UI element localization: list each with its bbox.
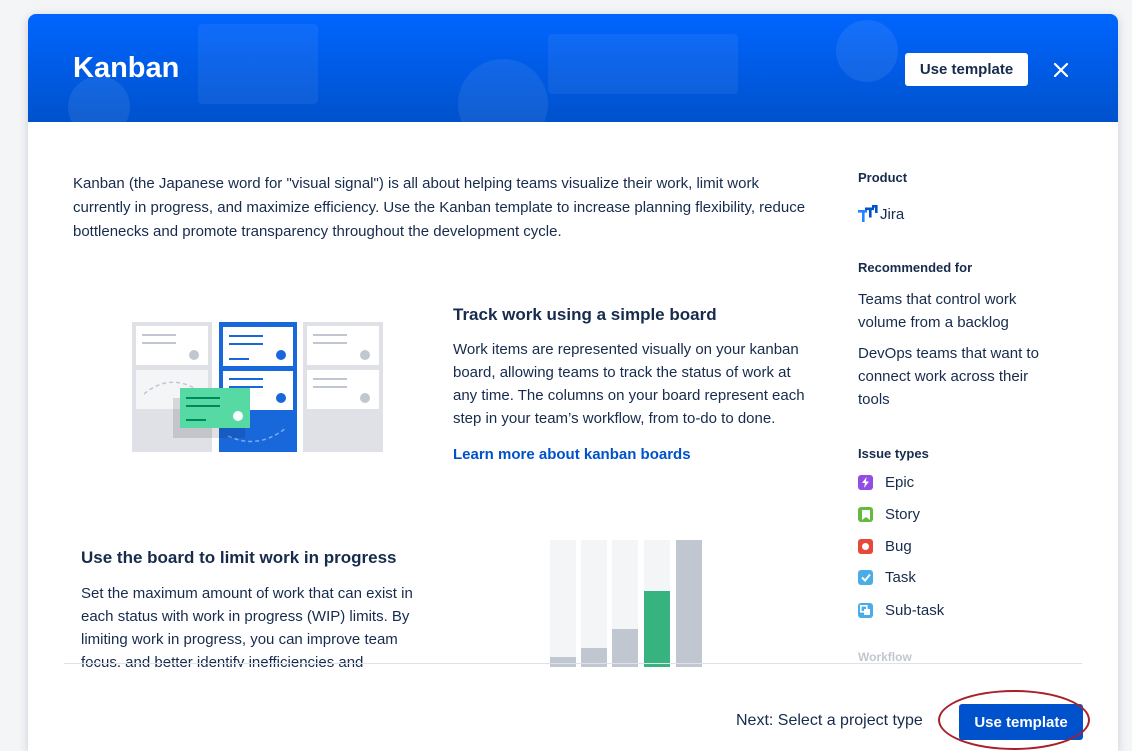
issue-type-label: Sub-task — [885, 602, 945, 619]
jira-logo-icon — [858, 205, 878, 222]
modal-content: Kanban (the Japanese word for "visual si… — [28, 122, 1118, 667]
header-decoration — [548, 34, 738, 94]
issue-type-story: Story — [858, 506, 920, 523]
issue-type-label: Epic — [885, 474, 915, 491]
issue-type-label: Bug — [885, 538, 912, 555]
template-modal: Kanban Use template Kanban (the Japanese… — [28, 14, 1118, 751]
intro-text: Kanban (the Japanese word for "visual si… — [73, 175, 806, 240]
footer-divider — [64, 663, 1082, 664]
wip-limit-illustration — [550, 540, 702, 667]
task-icon — [858, 570, 873, 585]
section-body-wip: Set the maximum amount of work that can … — [81, 585, 413, 667]
product-jira: Jira — [858, 205, 904, 223]
workflow-label: Workflow — [858, 650, 912, 664]
issue-type-bug: Bug — [858, 538, 912, 555]
template-sidebar: Product Jira Recommended for Teams that … — [858, 122, 1078, 667]
learn-more-link[interactable]: Learn more about kanban boards — [453, 446, 691, 463]
kanban-board-illustration — [132, 322, 383, 452]
product-label: Product — [858, 170, 908, 185]
recommended-label: Recommended for — [858, 260, 973, 275]
issue-type-label: Story — [885, 506, 921, 523]
use-template-button[interactable]: Use template — [959, 704, 1083, 740]
epic-icon — [858, 475, 873, 490]
use-template-header-button[interactable]: Use template — [905, 53, 1028, 86]
header-decoration — [836, 20, 898, 82]
next-step-text: Next: Select a project type — [736, 712, 923, 729]
section-title-wip: Use the board to limit work in progress — [81, 548, 397, 567]
modal-header: Kanban Use template — [28, 14, 1118, 122]
close-button[interactable] — [1044, 53, 1078, 86]
issue-type-task: Task — [858, 569, 916, 586]
issue-types-label: Issue types — [858, 446, 929, 461]
close-icon — [1053, 62, 1069, 77]
subtask-icon — [858, 603, 873, 618]
section-title-track-work: Track work using a simple board — [453, 305, 717, 324]
recommended-item: Teams that control work volume from a ba… — [858, 291, 1017, 331]
modal-title: Kanban — [73, 52, 180, 84]
story-icon — [858, 507, 873, 522]
header-decoration — [198, 24, 318, 104]
issue-type-label: Task — [885, 569, 916, 586]
issue-type-epic: Epic — [858, 474, 914, 491]
bug-icon — [858, 539, 873, 554]
header-decoration — [458, 59, 548, 122]
recommended-item: DevOps teams that want to connect work a… — [858, 345, 1039, 408]
issue-type-subtask: Sub-task — [858, 602, 944, 619]
section-body-track-work: Work items are represented visually on y… — [453, 341, 805, 427]
product-name: Jira — [880, 205, 905, 223]
